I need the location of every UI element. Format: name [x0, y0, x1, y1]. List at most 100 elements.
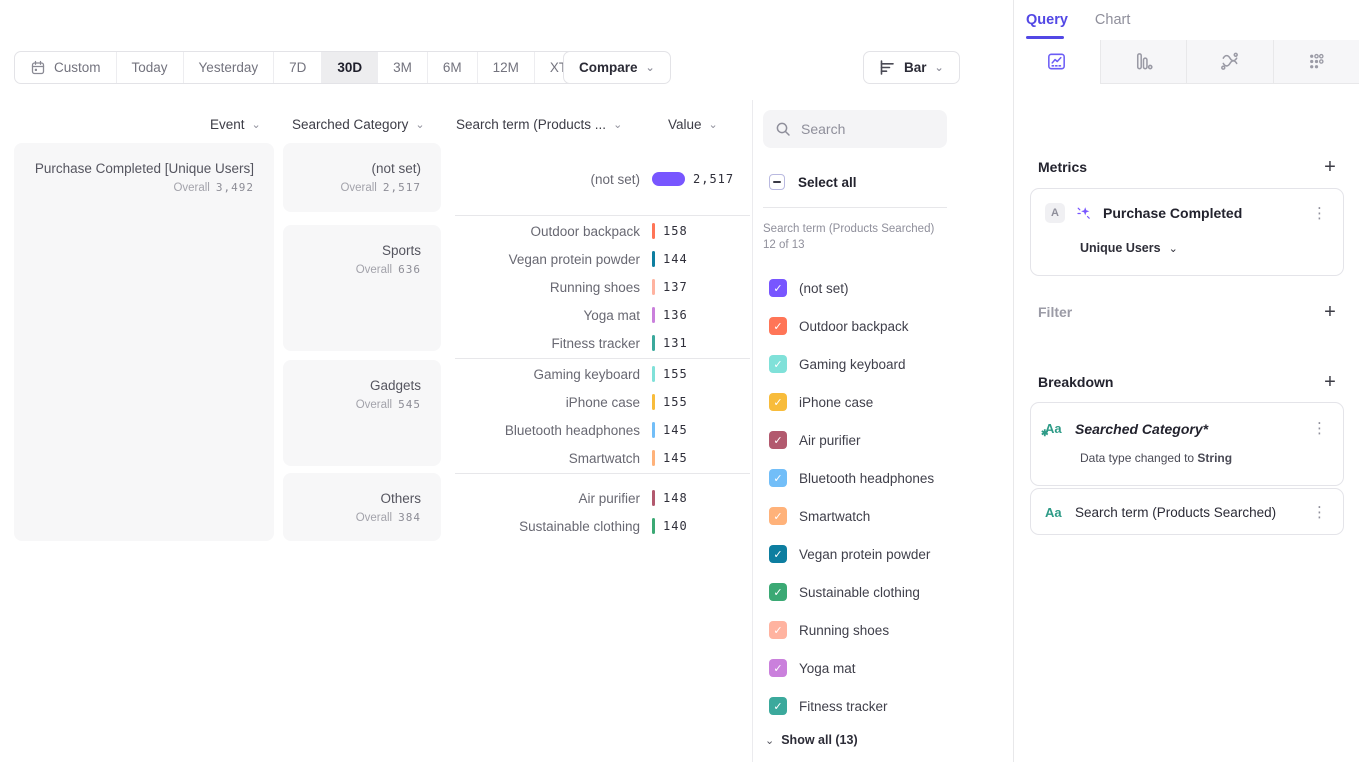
- column-header-value[interactable]: Value ⌄: [668, 117, 718, 132]
- aggregation-dropdown[interactable]: Unique Users ⌄: [1080, 241, 1178, 255]
- value-bar: [652, 518, 655, 534]
- date-range-7d[interactable]: 7D: [274, 52, 322, 83]
- tab-chart[interactable]: Chart: [1095, 12, 1130, 28]
- overall-label: Overall: [356, 399, 392, 411]
- series-checkbox-item[interactable]: ✓Sustainable clothing: [753, 573, 1013, 611]
- kebab-menu-icon[interactable]: ⋮: [1310, 503, 1329, 522]
- show-all-button[interactable]: ⌄ Show all (13): [765, 733, 1013, 747]
- breakdown-card-search-term[interactable]: Aa Search term (Products Searched) ⋮: [1030, 488, 1344, 535]
- series-label: Yoga mat: [799, 661, 856, 676]
- bar-row: Sustainable clothing140: [455, 512, 750, 540]
- value-text: 144: [663, 252, 688, 266]
- compare-label: Compare: [579, 60, 638, 75]
- chevron-down-icon: ⌄: [709, 119, 718, 130]
- series-checkbox-item[interactable]: ✓Outdoor backpack: [753, 307, 1013, 345]
- series-checkbox-item[interactable]: ✓Running shoes: [753, 611, 1013, 649]
- value-bar: [652, 307, 655, 323]
- series-label: Sustainable clothing: [799, 585, 920, 600]
- tab-insights[interactable]: [1014, 40, 1100, 84]
- category-overall: Overall384: [295, 511, 421, 524]
- search-term-label: Yoga mat: [455, 308, 640, 323]
- column-header-search-term[interactable]: Search term (Products ... ⌄: [456, 117, 622, 132]
- series-checkbox-item[interactable]: ✓Fitness tracker: [753, 687, 1013, 725]
- breakdown-card-searched-category[interactable]: Aa✱ Searched Category* ⋮ Data type chang…: [1030, 402, 1344, 486]
- bar-row: Outdoor backpack158: [455, 217, 750, 245]
- bar-row: Bluetooth headphones145: [455, 416, 750, 444]
- series-checkbox-item[interactable]: ✓Bluetooth headphones: [753, 459, 1013, 497]
- date-range-group: CustomTodayYesterday7D30D3M6M12MXTD⌄: [14, 51, 610, 84]
- series-checkbox-item[interactable]: ✓iPhone case: [753, 383, 1013, 421]
- date-range-label: 30D: [337, 60, 362, 75]
- date-range-30d[interactable]: 30D: [322, 52, 378, 83]
- category-name: Gadgets: [295, 377, 421, 395]
- add-metric-button[interactable]: +: [1320, 157, 1340, 177]
- chevron-down-icon: ⌄: [1169, 243, 1178, 254]
- value-text: 158: [663, 224, 688, 238]
- date-range-12m[interactable]: 12M: [478, 52, 535, 83]
- insights-icon: [1045, 50, 1068, 73]
- metric-letter-badge: A: [1045, 203, 1065, 223]
- horizontal-bar-icon: [879, 60, 896, 75]
- date-range-label: Custom: [54, 60, 101, 75]
- kebab-menu-icon[interactable]: ⋮: [1310, 419, 1329, 438]
- tab-retention[interactable]: [1273, 40, 1359, 84]
- date-range-today[interactable]: Today: [117, 52, 184, 83]
- series-checkbox-item[interactable]: ✓Yoga mat: [753, 649, 1013, 687]
- date-range-custom[interactable]: Custom: [15, 52, 117, 83]
- bar-group: Gaming keyboard155iPhone case155Bluetoot…: [455, 358, 750, 473]
- series-label: Fitness tracker: [799, 699, 888, 714]
- value-text: 145: [663, 451, 688, 465]
- date-range-3m[interactable]: 3M: [378, 52, 428, 83]
- checked-checkbox-icon: ✓: [769, 545, 787, 563]
- value-text: 137: [663, 280, 688, 294]
- note-bold: String: [1197, 451, 1232, 465]
- search-placeholder: Search: [801, 121, 845, 137]
- date-range-6m[interactable]: 6M: [428, 52, 478, 83]
- column-header-event[interactable]: Event ⌄: [210, 117, 261, 132]
- value-bar: [652, 251, 655, 267]
- series-checkbox-item[interactable]: ✓(not set): [753, 269, 1013, 307]
- date-range-yesterday[interactable]: Yesterday: [184, 52, 275, 83]
- value-bar: [652, 366, 655, 382]
- series-label: Vegan protein powder: [799, 547, 930, 562]
- search-icon: [775, 121, 791, 137]
- value-bar: [652, 172, 685, 186]
- breakdown-heading: Breakdown: [1038, 374, 1113, 390]
- column-header-searched-category[interactable]: Searched Category ⌄: [292, 117, 425, 132]
- tab-funnels[interactable]: [1100, 40, 1187, 84]
- overall-label: Overall: [340, 182, 376, 194]
- series-checkbox-item[interactable]: ✓Gaming keyboard: [753, 345, 1013, 383]
- kebab-menu-icon[interactable]: ⋮: [1310, 204, 1329, 223]
- breakdown-property-name: Search term (Products Searched): [1075, 505, 1300, 520]
- search-input[interactable]: Search: [763, 110, 947, 148]
- series-checkbox-item[interactable]: ✓Smartwatch: [753, 497, 1013, 535]
- series-checkbox-item[interactable]: ✓Air purifier: [753, 421, 1013, 459]
- category-overall: Overall2,517: [295, 181, 421, 194]
- checked-checkbox-icon: ✓: [769, 279, 787, 297]
- value-bar: [652, 223, 655, 239]
- bar-row: Smartwatch145: [455, 444, 750, 472]
- metric-name: Purchase Completed: [1103, 205, 1300, 221]
- tab-query[interactable]: Query: [1026, 12, 1068, 28]
- search-term-label: Air purifier: [455, 491, 640, 506]
- series-checkbox-item[interactable]: ✓ Vegan protein powder: [753, 535, 1013, 573]
- chevron-down-icon: ⌄: [415, 119, 424, 130]
- add-filter-button[interactable]: +: [1320, 302, 1340, 322]
- chart-type-button[interactable]: Bar ⌄: [863, 51, 960, 84]
- event-cell: Purchase Completed [Unique Users] Overal…: [14, 143, 274, 541]
- compare-button[interactable]: Compare ⌄: [563, 51, 671, 84]
- value-text: 2,517: [693, 172, 734, 186]
- category-cell: OthersOverall384: [283, 473, 441, 541]
- checked-checkbox-icon: ✓: [769, 393, 787, 411]
- bar-group: (not set) 2,517: [455, 143, 750, 215]
- overall-value: 545: [398, 398, 421, 411]
- add-breakdown-button[interactable]: +: [1320, 372, 1340, 392]
- overall-value: 636: [398, 263, 421, 276]
- select-all-checkbox[interactable]: Select all: [769, 174, 1013, 190]
- search-term-label: (not set): [455, 172, 640, 187]
- event-name: Purchase Completed [Unique Users]: [26, 160, 254, 178]
- category-overall: Overall 545: [295, 398, 421, 411]
- metric-card[interactable]: A Purchase Completed ⋮ Unique Users ⌄: [1030, 188, 1344, 276]
- active-tab-underline: [1026, 36, 1064, 39]
- tab-flows[interactable]: [1186, 40, 1273, 84]
